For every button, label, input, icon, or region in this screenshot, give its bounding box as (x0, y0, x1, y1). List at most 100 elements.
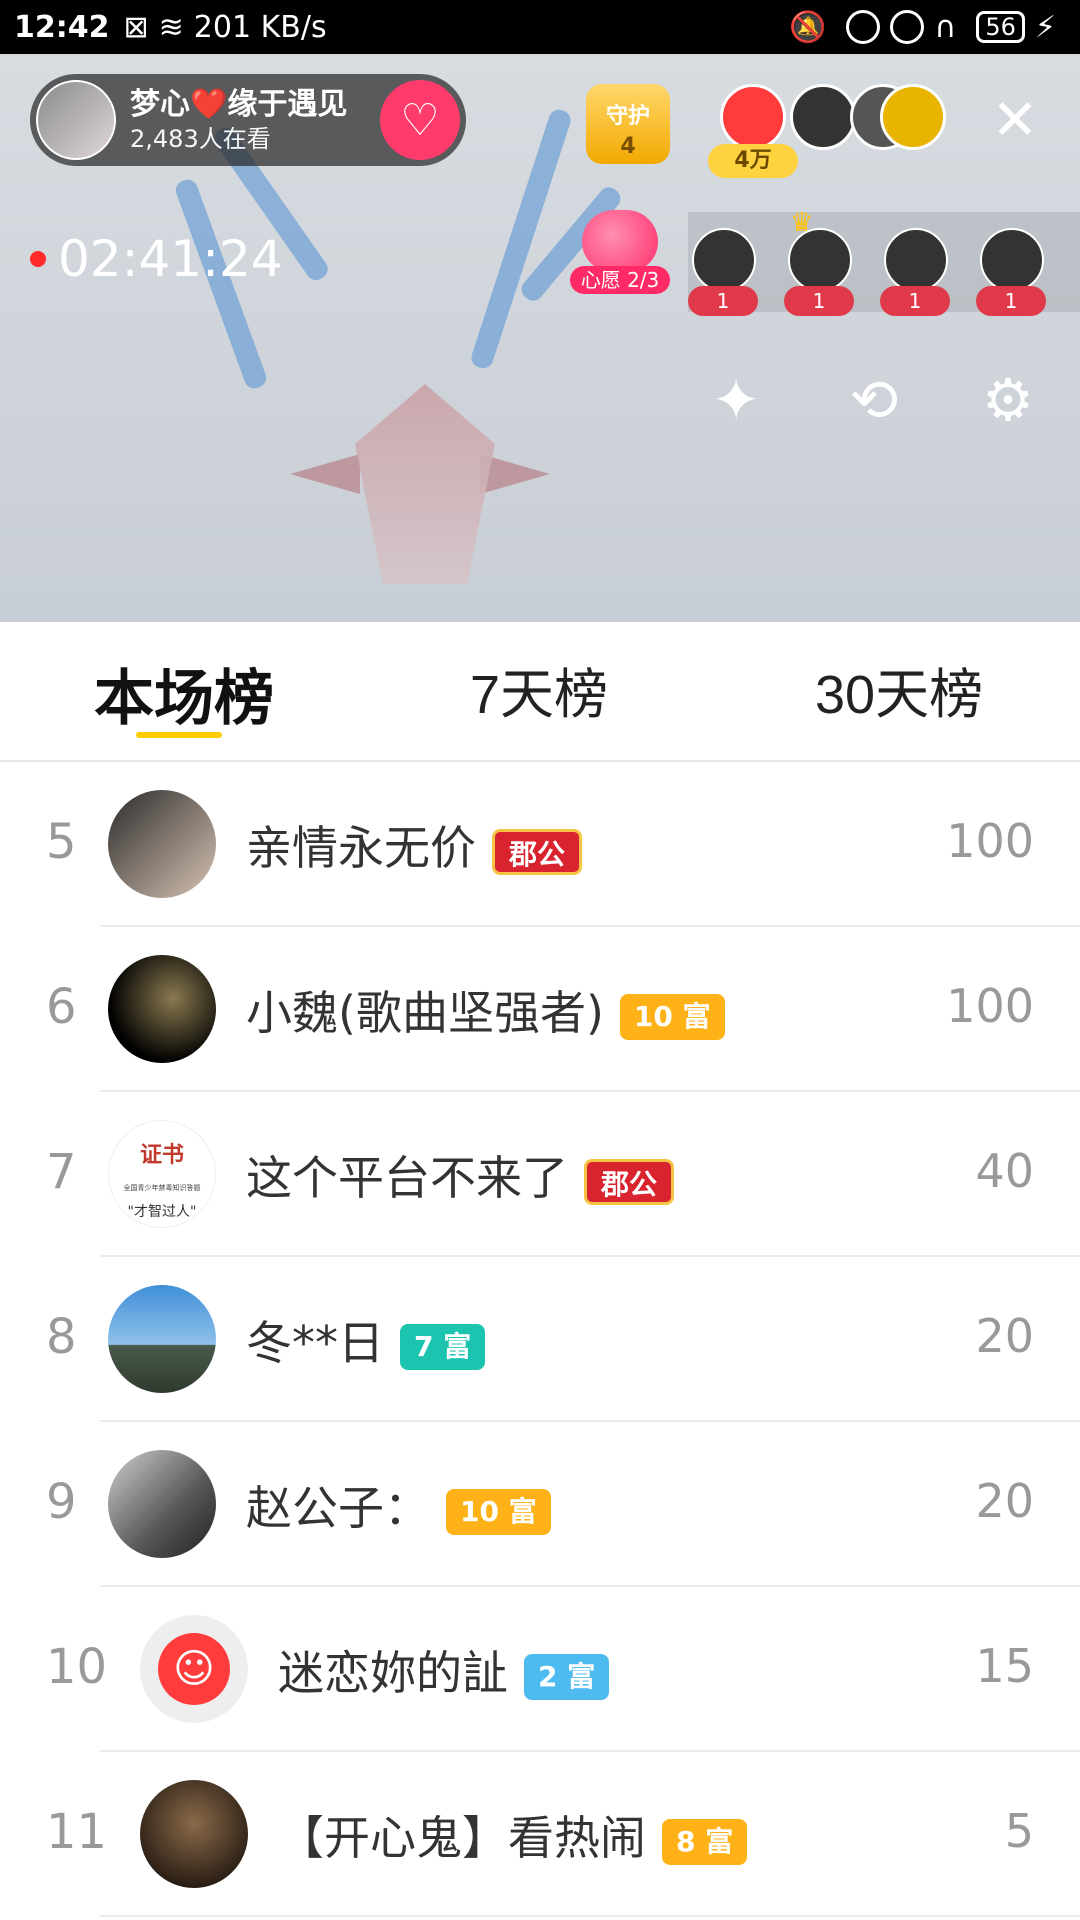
user-name-line: 这个平台不来了 郡公 (246, 1142, 675, 1208)
rank-number: 6 (46, 979, 77, 1035)
charging-icon: ⚡ (1034, 9, 1056, 45)
score: 100 (946, 979, 1034, 1033)
score: 40 (975, 1144, 1034, 1198)
rank-badge: 郡公 (492, 828, 583, 875)
list-item[interactable]: 11 【开心鬼】看热闹 8 富 5 (0, 1752, 1080, 1917)
ranking-tabs: 本场榜 7天榜 30天榜 (0, 622, 1080, 762)
video-deer-head (355, 384, 495, 584)
certificate-line: "才智过人" (127, 1204, 197, 1220)
guard-badge[interactable]: 守护 4 (586, 84, 670, 164)
wish-widget[interactable]: 心愿 2/3 (570, 210, 670, 294)
rank-number: 5 (46, 814, 77, 870)
viewer-count: 2,483人在看 (130, 125, 271, 153)
rank-badge: 郡公 (584, 1158, 675, 1205)
user-name-line: 【开心鬼】看热闹 8 富 (278, 1802, 748, 1868)
wealth-badge: 10 富 (619, 993, 725, 1040)
user-name-line: 迷恋妳的訨 2 富 (278, 1637, 610, 1703)
list-item[interactable]: 7 证书 全国青少年禁毒知识答题 "才智过人" 这个平台不来了 郡公 40 (0, 1092, 1080, 1257)
gift-sender-avatar[interactable] (884, 228, 948, 292)
top-fans-label: 4万 (708, 144, 798, 178)
host-name: 梦心❤️缘于遇见 (130, 87, 348, 122)
wealth-badge: 7 富 (400, 1323, 486, 1370)
user-name: 小魏(歌曲坚强者) (246, 986, 604, 1040)
top-fan-avatar[interactable] (880, 84, 946, 150)
wealth-badge: 8 富 (662, 1818, 748, 1865)
list-item[interactable]: 8 冬**日 7 富 20 (0, 1257, 1080, 1422)
live-room-screen: 12:42 ⊠ ≋ 201 KB/s 🔕 ∩ 56 ⚡ 梦心❤️缘于遇见 2,4… (0, 0, 1080, 1920)
user-name-line: 小魏(歌曲坚强者) 10 富 (246, 977, 725, 1043)
headphones-icon: ∩ (934, 9, 957, 45)
score: 100 (946, 814, 1034, 868)
user-avatar[interactable]: ☺ (140, 1615, 248, 1723)
bell-muted-icon: 🔕 (789, 9, 827, 45)
user-avatar[interactable] (108, 1285, 216, 1393)
user-avatar[interactable] (108, 1450, 216, 1558)
score: 20 (975, 1474, 1034, 1528)
close-box-icon: ⊠ (123, 9, 149, 45)
top-fan-avatar[interactable] (720, 84, 786, 150)
user-name: 迷恋妳的訨 (278, 1646, 508, 1700)
status-bar: 12:42 ⊠ ≋ 201 KB/s 🔕 ∩ 56 ⚡ (0, 0, 1080, 54)
guard-label: 守护 (605, 104, 650, 129)
wish-heart-icon (582, 210, 658, 272)
rank-number: 9 (46, 1474, 77, 1530)
gift-sender-avatar[interactable] (980, 228, 1044, 292)
user-name: 赵公子： (246, 1481, 430, 1535)
user-avatar[interactable] (108, 955, 216, 1063)
list-item[interactable]: 5 亲情永无价 郡公 100 (0, 762, 1080, 927)
score: 15 (975, 1639, 1034, 1693)
live-video[interactable]: 梦心❤️缘于遇见 2,483人在看 ♡ 守护 4 4万 ✕ 02:41:24 心… (0, 54, 1080, 622)
wifi-icon: ≋ (158, 9, 184, 45)
recording-dot (30, 251, 46, 267)
status-time: 12:42 (14, 9, 110, 45)
rank-number: 8 (46, 1309, 77, 1365)
follow-button[interactable]: ♡ (380, 80, 460, 160)
wish-label: 心愿 2/3 (570, 266, 670, 294)
flip-camera-icon[interactable]: ⟲ (834, 360, 914, 440)
user-name: 冬**日 (246, 1316, 384, 1370)
user-avatar[interactable]: 证书 全国青少年禁毒知识答题 "才智过人" (108, 1120, 216, 1228)
ranking-list: 5 亲情永无价 郡公 100 6 小魏(歌曲坚强者) 10 富 100 7 证书 全… (0, 762, 1080, 1917)
live-timer: 02:41:24 (30, 230, 283, 288)
gift-count: 1 (880, 286, 950, 316)
close-icon[interactable]: ✕ (990, 93, 1040, 149)
timer-text: 02:41:24 (58, 230, 283, 288)
settings-gear-icon[interactable]: ⚙ (968, 360, 1048, 440)
host-avatar[interactable] (36, 80, 116, 160)
user-name: 这个平台不来了 (246, 1151, 568, 1205)
video-deer-ear (290, 454, 360, 494)
user-name-line: 赵公子： 10 富 (246, 1472, 551, 1538)
user-name-line: 亲情永无价 郡公 (246, 812, 583, 878)
gift-count: 1 (976, 286, 1046, 316)
tab-7-days[interactable]: 7天榜 (470, 650, 608, 729)
tab-30-days[interactable]: 30天榜 (815, 650, 983, 729)
gift-count: 1 (784, 286, 854, 316)
network-speed: 201 KB/s (193, 9, 327, 45)
lock-icon (846, 10, 881, 44)
gift-senders: 1 1 1 1 (688, 212, 1080, 316)
user-avatar[interactable] (108, 790, 216, 898)
guard-count: 4 (620, 134, 636, 159)
rank-number: 11 (46, 1804, 108, 1860)
battery-indicator: 56 (976, 11, 1025, 43)
gift-sender-avatar[interactable] (692, 228, 756, 292)
list-item[interactable]: 9 赵公子： 10 富 20 (0, 1422, 1080, 1587)
magic-wand-icon[interactable]: ✦ (696, 360, 776, 440)
list-item[interactable]: 10 ☺ 迷恋妳的訨 2 富 15 (0, 1587, 1080, 1752)
user-avatar[interactable] (140, 1780, 248, 1888)
video-antler (468, 107, 574, 371)
alarm-icon (890, 10, 925, 44)
certificate-line: 全国青少年禁毒知识答题 (123, 1184, 201, 1192)
list-item[interactable]: 6 小魏(歌曲坚强者) 10 富 100 (0, 927, 1080, 1092)
heart-plus-icon: ♡ (400, 94, 440, 146)
host-info[interactable]: 梦心❤️缘于遇见 2,483人在看 ♡ (30, 74, 466, 166)
active-tab-indicator (136, 732, 222, 738)
rank-number: 7 (46, 1144, 77, 1200)
user-name: 【开心鬼】看热闹 (278, 1811, 646, 1865)
tab-this-show[interactable]: 本场榜 (94, 650, 274, 737)
crown-icon: ♛ (790, 208, 814, 238)
host-text: 梦心❤️缘于遇见 2,483人在看 (130, 86, 347, 154)
top-fan-avatar[interactable] (790, 84, 856, 150)
score: 5 (1004, 1804, 1034, 1858)
gift-count: 1 (688, 286, 758, 316)
